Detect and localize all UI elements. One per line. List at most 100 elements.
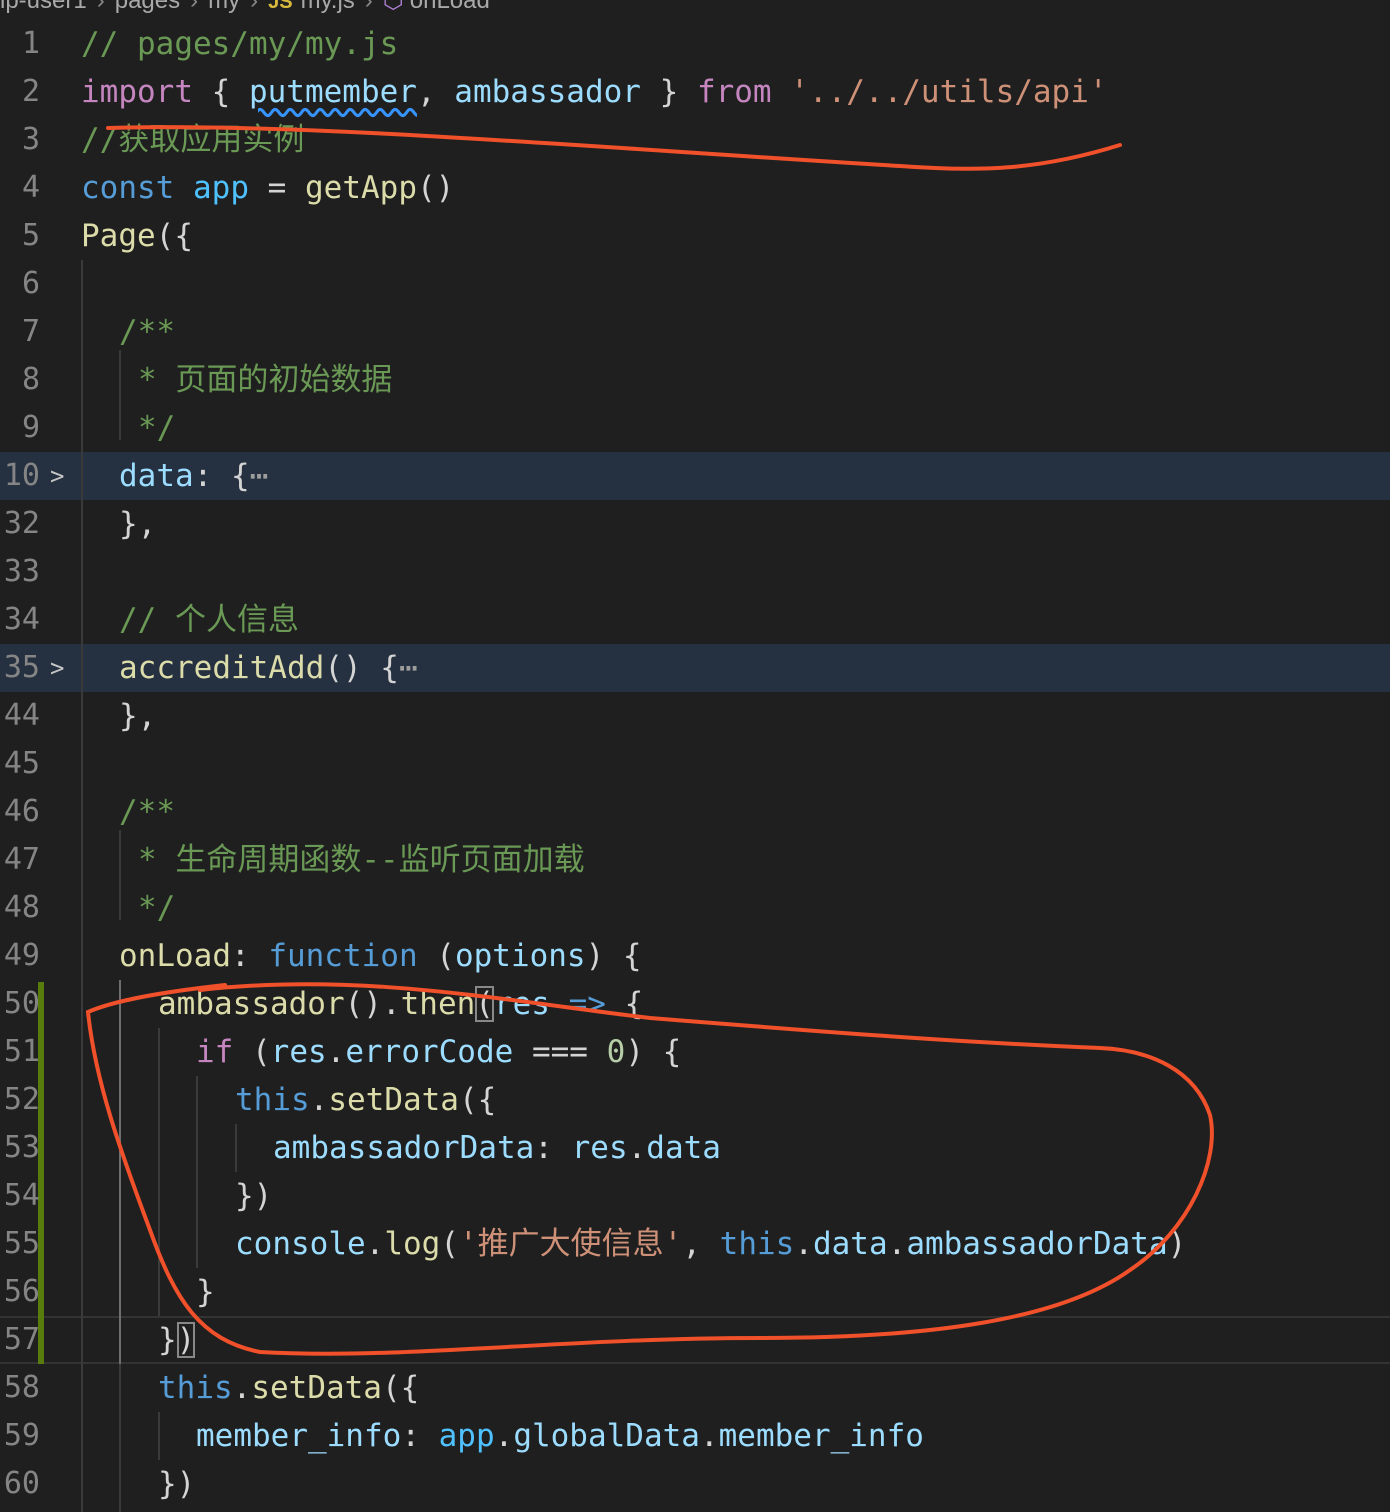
line-number[interactable]: 52 — [0, 1076, 40, 1124]
punctuation: ({ — [458, 1082, 497, 1118]
punctuation: () — [416, 170, 455, 206]
code-line-44: }, — [119, 692, 156, 740]
string-literal: '../../utils/api' — [790, 74, 1108, 110]
function-name: ambassador — [158, 986, 345, 1022]
punctuation: . — [699, 1418, 719, 1454]
line-number[interactable]: 33 — [0, 548, 40, 596]
comment: * 生命周期函数--监听页面加载 — [138, 842, 585, 878]
line-number[interactable]: 53 — [0, 1124, 40, 1172]
punctuation: }) — [158, 1466, 196, 1502]
breadcrumb-segment-pages[interactable]: pages — [115, 0, 180, 14]
identifier: res — [270, 1034, 327, 1070]
indent-guide — [119, 980, 121, 1364]
punctuation: . — [326, 1034, 346, 1070]
line-number[interactable]: 4 — [0, 164, 40, 212]
punctuation: : — [534, 1130, 572, 1166]
line-number[interactable]: 51 — [0, 1028, 40, 1076]
indent-guide — [235, 1124, 237, 1172]
line-number[interactable]: 56 — [0, 1268, 40, 1316]
breadcrumb-segment-project[interactable]: lp-user1 — [0, 0, 87, 14]
line-number[interactable]: 49 — [0, 932, 40, 980]
punctuation: . — [887, 1226, 907, 1262]
code-line-32: }, — [119, 500, 156, 548]
line-number[interactable]: 35 — [0, 644, 40, 692]
indent-guide — [119, 350, 121, 440]
keyword-this: this — [158, 1370, 233, 1406]
punctuation: ( — [233, 1034, 271, 1070]
function-name: log — [384, 1226, 441, 1262]
function-name: getApp — [305, 170, 417, 206]
punctuation: . — [365, 1226, 385, 1262]
line-number[interactable]: 9 — [0, 404, 40, 452]
chevron-right-icon: › — [364, 0, 373, 14]
code-line-5: Page({ — [81, 212, 193, 260]
line-number[interactable]: 2 — [0, 68, 40, 116]
keyword-if: if — [196, 1034, 234, 1070]
code-line-47: * 生命周期函数--监听页面加载 — [138, 836, 585, 884]
line-number[interactable]: 6 — [0, 260, 40, 308]
folded-ellipsis-icon[interactable]: ⋯ — [250, 458, 269, 494]
line-number[interactable]: 54 — [0, 1172, 40, 1220]
folded-ellipsis-icon[interactable]: ⋯ — [399, 650, 418, 686]
keyword-const: const — [81, 170, 175, 206]
code-line-54: }) — [235, 1172, 272, 1220]
indent-guide — [158, 1028, 160, 1316]
identifier: app — [193, 170, 249, 206]
code-line-56: } — [196, 1268, 215, 1316]
keyword-function: function — [268, 938, 418, 974]
line-number[interactable]: 59 — [0, 1412, 40, 1460]
line-number[interactable]: 48 — [0, 884, 40, 932]
line-number[interactable]: 57 — [0, 1316, 40, 1364]
line-number[interactable]: 10 — [0, 452, 40, 500]
indent-guide — [119, 1364, 121, 1512]
indent-guide — [158, 1412, 160, 1460]
line-number[interactable]: 47 — [0, 836, 40, 884]
line-number[interactable]: 5 — [0, 212, 40, 260]
breadcrumb-segment-file[interactable]: my.js — [301, 0, 355, 14]
code-line-59: member_info: app.globalData.member_info — [196, 1412, 924, 1460]
identifier: app — [438, 1418, 495, 1454]
property: errorCode — [345, 1034, 514, 1070]
line-number[interactable]: 34 — [0, 596, 40, 644]
fold-expand-chevron-icon[interactable]: > — [50, 644, 64, 692]
comment: // 个人信息 — [119, 602, 299, 638]
unused-import-warning[interactable]: putmember — [249, 74, 417, 110]
line-number[interactable]: 8 — [0, 356, 40, 404]
line-number[interactable]: 32 — [0, 500, 40, 548]
code-line-8: * 页面的初始数据 — [138, 356, 392, 404]
punctuation: . — [794, 1226, 813, 1262]
chevron-right-icon: › — [250, 0, 259, 14]
function-name: then — [400, 986, 476, 1022]
bracket-match-highlight: ) — [176, 1322, 196, 1358]
line-number[interactable]: 45 — [0, 740, 40, 788]
line-number[interactable]: 55 — [0, 1220, 40, 1268]
punctuation: }, — [119, 698, 157, 734]
punctuation: } — [158, 1322, 177, 1358]
function-name: accreditAdd — [119, 650, 325, 686]
breadcrumb-segment-my[interactable]: my — [208, 0, 240, 14]
line-number[interactable]: 7 — [0, 308, 40, 356]
punctuation: ) { — [625, 1034, 682, 1070]
breadcrumb-segment-symbol[interactable]: onLoad — [410, 0, 490, 14]
fold-expand-chevron-icon[interactable]: > — [50, 452, 64, 500]
punctuation: }, — [119, 506, 157, 542]
comment: * 页面的初始数据 — [138, 362, 393, 398]
punctuation: } — [640, 74, 697, 110]
line-number[interactable]: 50 — [0, 980, 40, 1028]
line-number[interactable]: 58 — [0, 1364, 40, 1412]
punctuation: : — [230, 938, 269, 974]
code-line-51: if (res.errorCode === 0) { — [196, 1028, 681, 1076]
line-number[interactable]: 60 — [0, 1460, 40, 1508]
property: globalData — [513, 1418, 700, 1454]
string-literal: '推广大使信息' — [459, 1226, 683, 1262]
line-number[interactable]: 1 — [0, 20, 40, 68]
line-number[interactable]: 46 — [0, 788, 40, 836]
code-line-34: // 个人信息 — [119, 596, 299, 644]
line-number[interactable]: 44 — [0, 692, 40, 740]
keyword-this: this — [235, 1082, 310, 1118]
punctuation: ( — [417, 938, 455, 974]
keyword-this: this — [719, 1226, 795, 1262]
arrow-operator: => — [549, 986, 625, 1022]
punctuation: }) — [235, 1178, 273, 1214]
line-number[interactable]: 3 — [0, 116, 40, 164]
